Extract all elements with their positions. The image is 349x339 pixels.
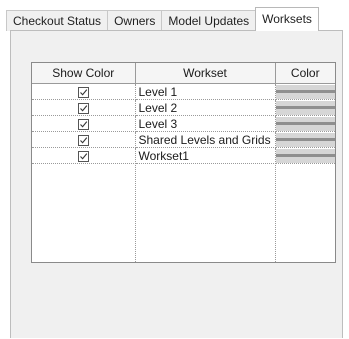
show-color-checkbox[interactable] xyxy=(77,134,89,146)
workset-name-cell[interactable]: Level 2 xyxy=(135,99,276,116)
header-show-color[interactable]: Show Color xyxy=(32,63,136,84)
show-color-cell xyxy=(32,131,136,148)
color-cell[interactable] xyxy=(275,147,335,164)
workset-name-cell[interactable]: Workset1 xyxy=(135,147,276,164)
show-color-cell xyxy=(32,99,136,116)
worksets-grid: Show Color Workset Color Level 1 Level 2L… xyxy=(31,62,336,263)
show-color-cell xyxy=(32,147,136,164)
color-swatch-line xyxy=(275,121,335,125)
show-color-cell xyxy=(32,83,136,100)
header-workset[interactable]: Workset xyxy=(135,63,276,84)
checkmark-icon xyxy=(79,89,87,96)
show-color-cell xyxy=(32,115,136,132)
tab-model-updates[interactable]: Model Updates xyxy=(161,10,257,31)
color-swatch xyxy=(275,116,335,131)
color-cell[interactable] xyxy=(275,83,335,100)
table-row[interactable]: Level 2 xyxy=(32,99,335,116)
checkmark-icon xyxy=(79,153,87,160)
color-swatch-line xyxy=(275,153,335,157)
color-cell[interactable] xyxy=(275,115,335,132)
show-color-checkbox[interactable] xyxy=(77,118,89,130)
color-swatch xyxy=(275,100,335,115)
table-row[interactable]: Level 1 xyxy=(32,83,335,100)
color-cell[interactable] xyxy=(275,99,335,116)
show-color-checkbox[interactable] xyxy=(77,86,89,98)
tab-owners[interactable]: Owners xyxy=(107,10,163,31)
tab-strip: Checkout Status Owners Model Updates Wor… xyxy=(6,7,343,31)
checkmark-icon xyxy=(79,137,87,144)
table-row[interactable]: Shared Levels and Grids xyxy=(32,131,335,148)
checkmark-icon xyxy=(79,121,87,128)
show-color-checkbox[interactable] xyxy=(77,150,89,162)
tab-worksets[interactable]: Worksets xyxy=(255,7,319,31)
workset-name-cell[interactable]: Level 1 xyxy=(135,83,276,100)
tab-checkout-status[interactable]: Checkout Status xyxy=(6,10,109,31)
color-cell[interactable] xyxy=(275,131,335,148)
workset-name-cell[interactable]: Shared Levels and Grids xyxy=(135,131,276,148)
checkmark-icon xyxy=(79,105,87,112)
color-swatch xyxy=(275,132,335,147)
color-swatch-line xyxy=(275,89,335,93)
color-swatch xyxy=(275,84,335,99)
table-row[interactable]: Workset1 xyxy=(32,147,335,164)
table-row[interactable]: Level 3 xyxy=(32,115,335,132)
column-divider xyxy=(135,63,136,262)
color-swatch-line xyxy=(275,105,335,109)
header-color[interactable]: Color xyxy=(275,63,335,84)
workset-name-cell[interactable]: Level 3 xyxy=(135,115,276,132)
color-swatch-line xyxy=(275,137,335,141)
show-color-checkbox[interactable] xyxy=(77,102,89,114)
color-swatch xyxy=(275,148,335,163)
